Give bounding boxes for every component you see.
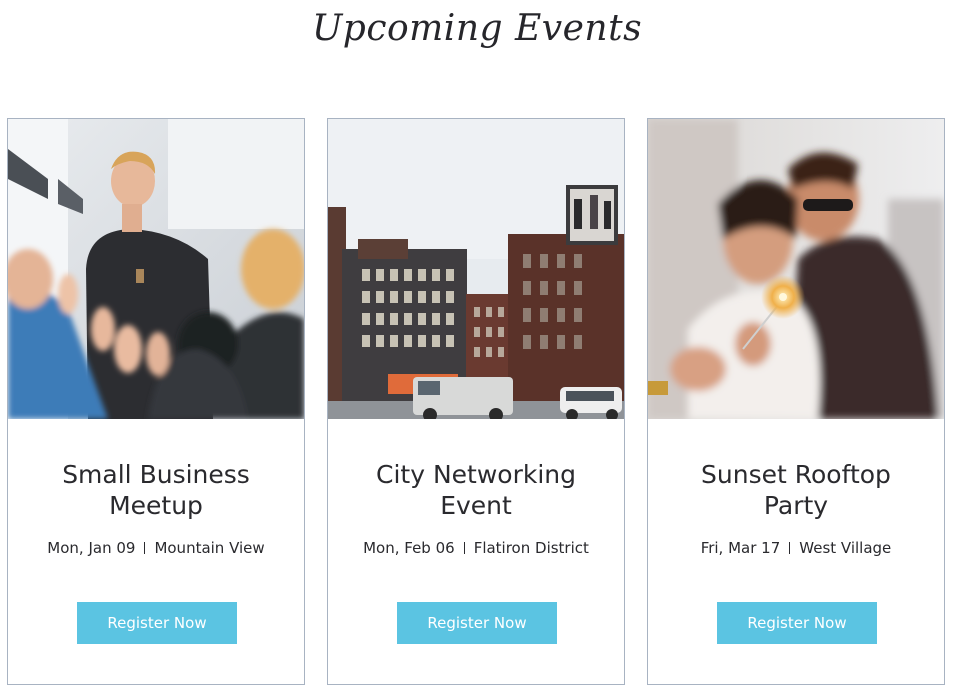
event-card-sunset-rooftop-party: Sunset Rooftop Party Fri, Mar 17 West Vil… — [647, 118, 945, 685]
event-image-rooftop-party-photo — [648, 119, 944, 419]
event-title-line-2: Party — [763, 491, 829, 520]
register-now-button[interactable]: Register Now — [717, 602, 877, 644]
event-title-line-1: Small Business — [62, 460, 250, 489]
event-title: Small Business Meetup — [8, 459, 304, 521]
event-title-line-1: City Networking — [376, 460, 576, 489]
event-location: West Village — [799, 539, 892, 557]
event-card-city-networking-event: City Networking Event Mon, Feb 06 Flatiro… — [327, 118, 625, 685]
event-meta: Mon, Jan 09 Mountain View — [8, 539, 304, 557]
event-date: Fri, Mar 17 — [700, 539, 781, 557]
meta-separator — [463, 542, 465, 554]
register-now-button[interactable]: Register Now — [397, 602, 557, 644]
event-date: Mon, Feb 06 — [363, 539, 455, 557]
event-title: Sunset Rooftop Party — [648, 459, 944, 521]
event-title-line-2: Meetup — [109, 491, 203, 520]
event-title-line-1: Sunset Rooftop — [701, 460, 891, 489]
event-title: City Networking Event — [328, 459, 624, 521]
meta-separator — [144, 542, 146, 554]
register-now-button[interactable]: Register Now — [77, 602, 237, 644]
event-date: Mon, Jan 09 — [47, 539, 136, 557]
event-card-small-business-meetup: Small Business Meetup Mon, Jan 09 Mountai… — [7, 118, 305, 685]
event-meta: Fri, Mar 17 West Village — [648, 539, 944, 557]
event-title-line-2: Event — [440, 491, 512, 520]
meta-separator — [789, 542, 791, 554]
event-image-meetup-photo — [8, 119, 304, 419]
event-location: Mountain View — [154, 539, 265, 557]
event-location: Flatiron District — [473, 539, 589, 557]
page-title: Upcoming Events — [311, 8, 643, 49]
event-meta: Mon, Feb 06 Flatiron District — [328, 539, 624, 557]
event-image-city-street-photo — [328, 119, 624, 419]
